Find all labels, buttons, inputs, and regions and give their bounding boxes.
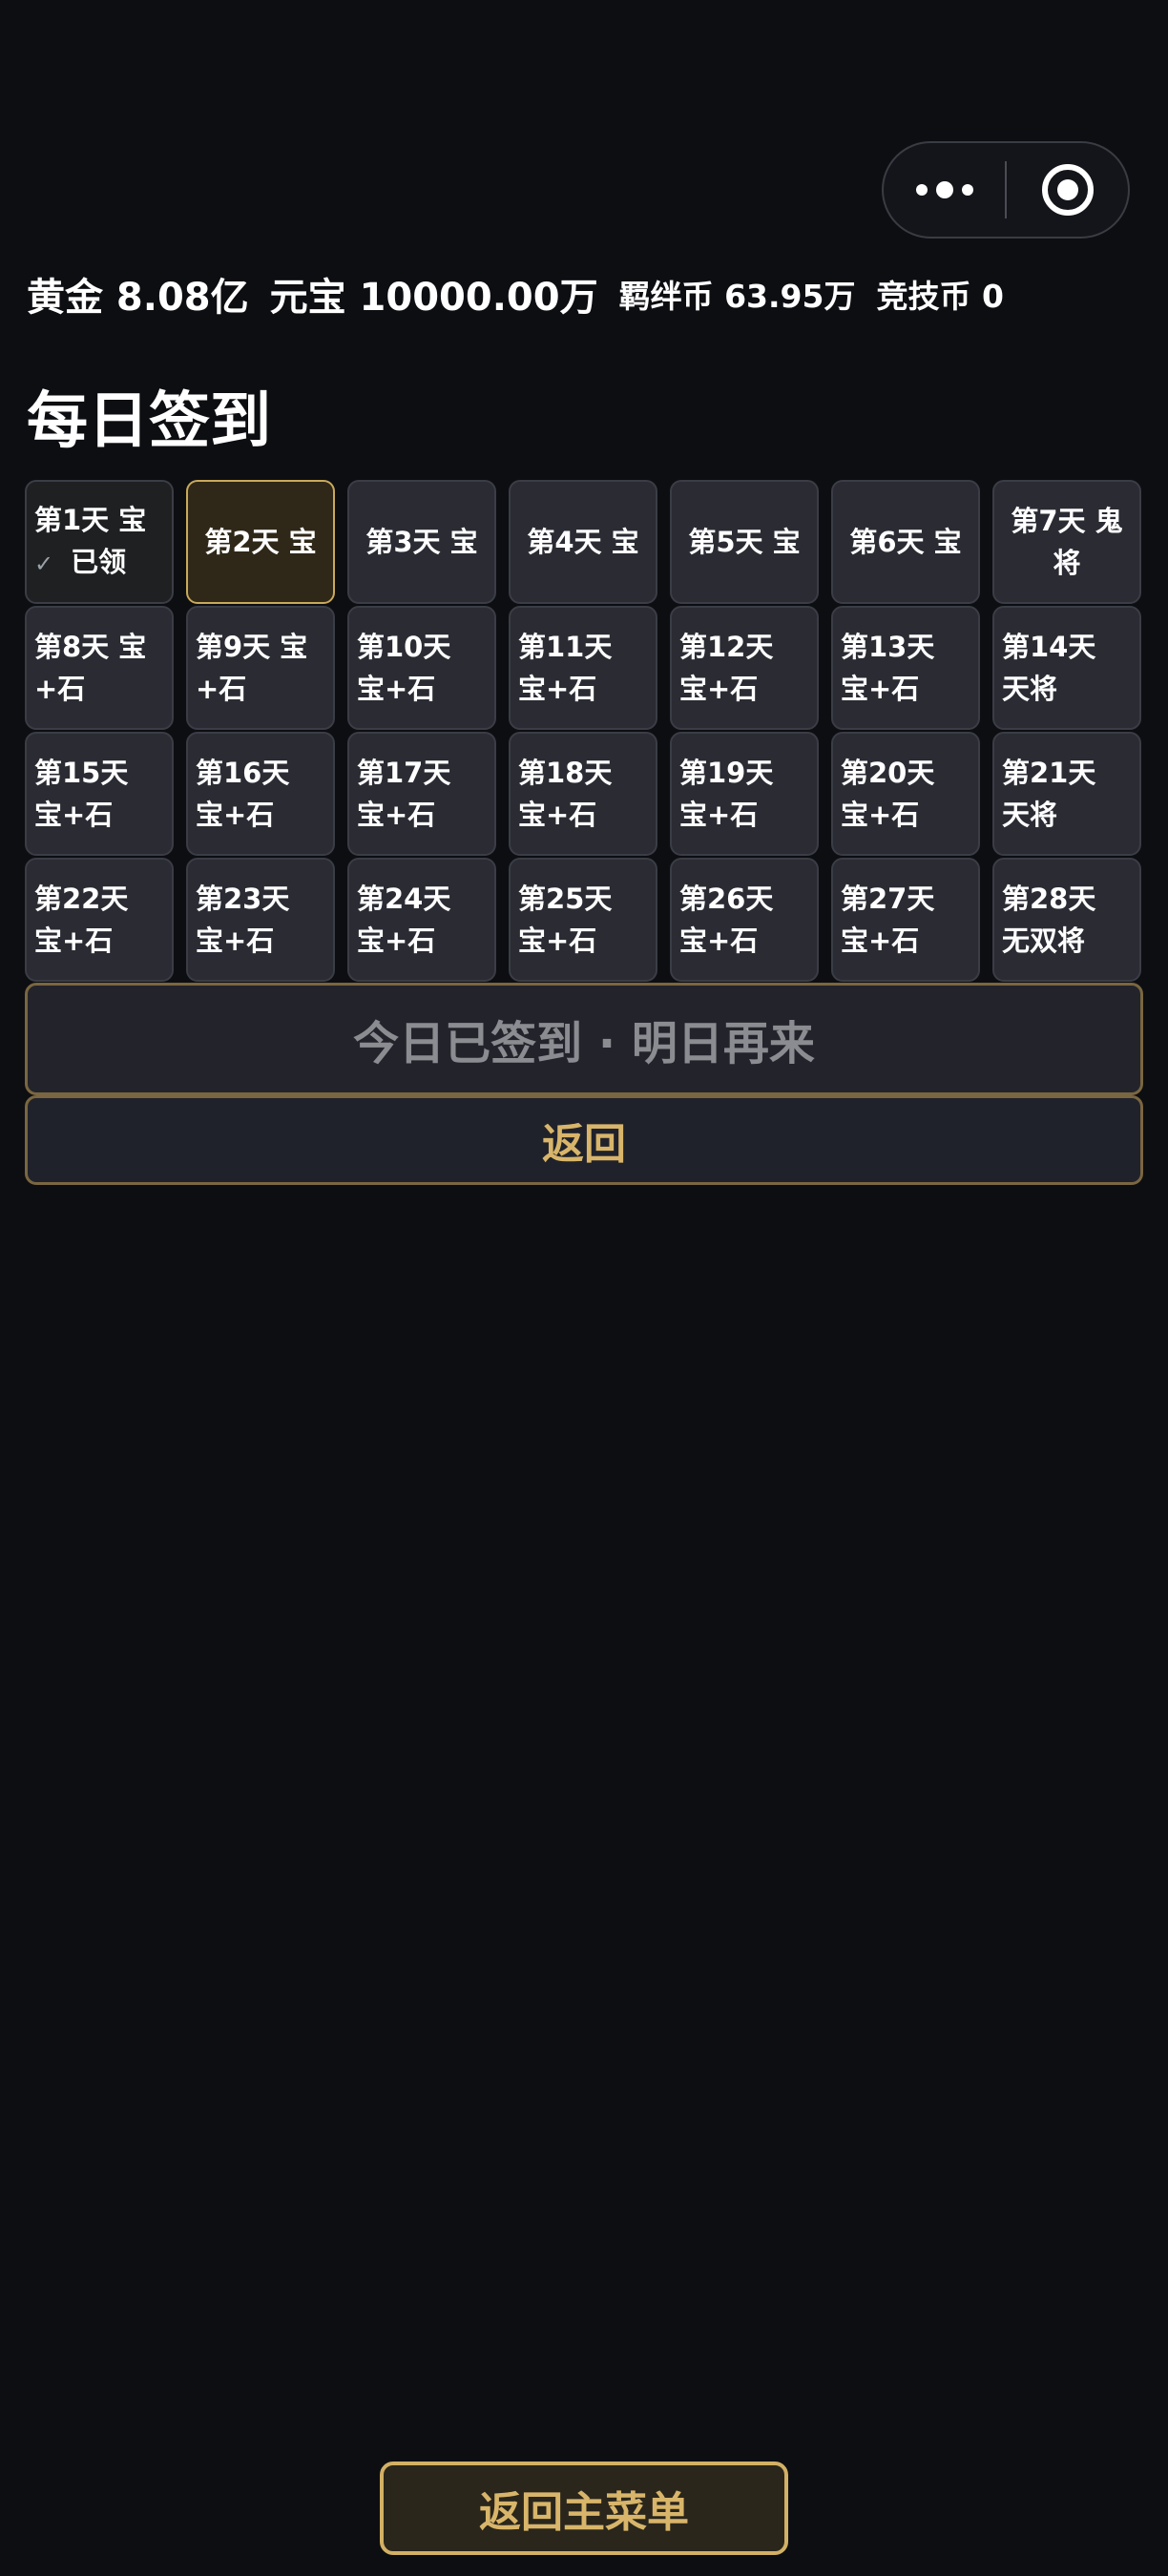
- gold-balance: 黄金 8.08亿: [27, 276, 249, 320]
- day-cell[interactable]: 第25天 宝+石: [509, 858, 657, 982]
- day-cell[interactable]: 第23天 宝+石: [186, 858, 335, 982]
- day-label: 第26天 宝+石: [679, 883, 774, 957]
- signin-grid: 第1天 宝 ✓ 已领 第2天 宝 第3天 宝 第4天 宝 第5天 宝 第6天 宝…: [25, 480, 1143, 982]
- day-cell[interactable]: 第16天 宝+石: [186, 732, 335, 856]
- day-cell[interactable]: 第15天 宝+石: [25, 732, 174, 856]
- day-label: 第13天 宝+石: [841, 631, 935, 705]
- day-cell[interactable]: 第9天 宝+石: [186, 606, 335, 730]
- day-label: 第7天 鬼将: [1011, 505, 1123, 579]
- day-cell[interactable]: 第6天 宝: [831, 480, 980, 604]
- day-cell[interactable]: 第10天 宝+石: [347, 606, 496, 730]
- claimed-status: 已领: [71, 546, 127, 578]
- day-cell[interactable]: 第22天 宝+石: [25, 858, 174, 982]
- arena-coin-balance: 竞技币 0: [876, 278, 1004, 315]
- day-label: 第4天 宝: [527, 526, 639, 558]
- day-label: 第19天 宝+石: [679, 757, 774, 831]
- day-cell[interactable]: 第27天 宝+石: [831, 858, 980, 982]
- check-icon: ✓: [34, 551, 54, 577]
- day-label: 第17天 宝+石: [357, 757, 451, 831]
- day-cell[interactable]: 第13天 宝+石: [831, 606, 980, 730]
- day-cell[interactable]: 第20天 宝+石: [831, 732, 980, 856]
- signed-today-button[interactable]: 今日已签到 · 明日再来: [25, 983, 1143, 1095]
- day-cell[interactable]: 第4天 宝: [509, 480, 657, 604]
- more-dots-icon: [915, 181, 973, 198]
- day-cell[interactable]: 第5天 宝: [670, 480, 819, 604]
- day-cell[interactable]: 第19天 宝+石: [670, 732, 819, 856]
- day-label: 第23天 宝+石: [196, 883, 290, 957]
- day-label: 第12天 宝+石: [679, 631, 774, 705]
- yuanbao-balance: 元宝 10000.00万: [269, 276, 598, 320]
- day-label: 第25天 宝+石: [518, 883, 613, 957]
- close-miniprogram-button[interactable]: [1007, 143, 1128, 237]
- day-cell[interactable]: 第8天 宝+石: [25, 606, 174, 730]
- day-cell[interactable]: 第21天 天将: [992, 732, 1141, 856]
- day-cell[interactable]: 第7天 鬼将: [992, 480, 1141, 604]
- day-label: 第2天 宝: [204, 526, 317, 558]
- target-circle-icon: [1041, 164, 1094, 216]
- day-label: 第28天 无双将: [1002, 883, 1096, 957]
- day-cell[interactable]: 第14天 天将: [992, 606, 1141, 730]
- day-label: 第18天 宝+石: [518, 757, 613, 831]
- day-label: 第22天 宝+石: [34, 883, 129, 957]
- page-title: 每日签到: [27, 386, 271, 457]
- day-label: 第14天 天将: [1002, 631, 1096, 705]
- miniprogram-capsule: [882, 141, 1130, 239]
- bond-coin-balance: 羁绊币 63.95万: [618, 278, 856, 315]
- day-label: 第15天 宝+石: [34, 757, 129, 831]
- more-button[interactable]: [884, 143, 1005, 237]
- day-cell[interactable]: 第26天 宝+石: [670, 858, 819, 982]
- day-cell[interactable]: 第28天 无双将: [992, 858, 1141, 982]
- day-label: 第8天 宝+石: [34, 631, 147, 705]
- day-label: 第24天 宝+石: [357, 883, 451, 957]
- day-cell[interactable]: 第12天 宝+石: [670, 606, 819, 730]
- daily-signin-page: 黄金 8.08亿 元宝 10000.00万 羁绊币 63.95万 竞技币 0 每…: [0, 0, 1168, 2576]
- day-label: 第20天 宝+石: [841, 757, 935, 831]
- day-label: 第27天 宝+石: [841, 883, 935, 957]
- day-cell-content: 第1天 宝 ✓ 已领: [34, 499, 146, 585]
- day-cell[interactable]: 第18天 宝+石: [509, 732, 657, 856]
- day-label: 第9天 宝+石: [196, 631, 308, 705]
- day-label: 第1天 宝: [34, 504, 147, 536]
- day-cell-current[interactable]: 第2天 宝: [186, 480, 335, 604]
- day-cell[interactable]: 第24天 宝+石: [347, 858, 496, 982]
- day-label: 第21天 天将: [1002, 757, 1096, 831]
- day-label: 第16天 宝+石: [196, 757, 290, 831]
- day-cell[interactable]: 第11天 宝+石: [509, 606, 657, 730]
- day-label: 第11天 宝+石: [518, 631, 613, 705]
- main-menu-button[interactable]: 返回主菜单: [380, 2462, 788, 2555]
- day-cell[interactable]: 第17天 宝+石: [347, 732, 496, 856]
- day-label: 第10天 宝+石: [357, 631, 451, 705]
- back-button[interactable]: 返回: [25, 1095, 1143, 1185]
- day-cell[interactable]: 第3天 宝: [347, 480, 496, 604]
- currency-bar: 黄金 8.08亿 元宝 10000.00万 羁绊币 63.95万 竞技币 0: [27, 267, 1143, 321]
- day-cell-claimed[interactable]: 第1天 宝 ✓ 已领: [25, 480, 174, 604]
- day-label: 第3天 宝: [365, 526, 478, 558]
- day-label: 第5天 宝: [688, 526, 801, 558]
- day-label: 第6天 宝: [849, 526, 962, 558]
